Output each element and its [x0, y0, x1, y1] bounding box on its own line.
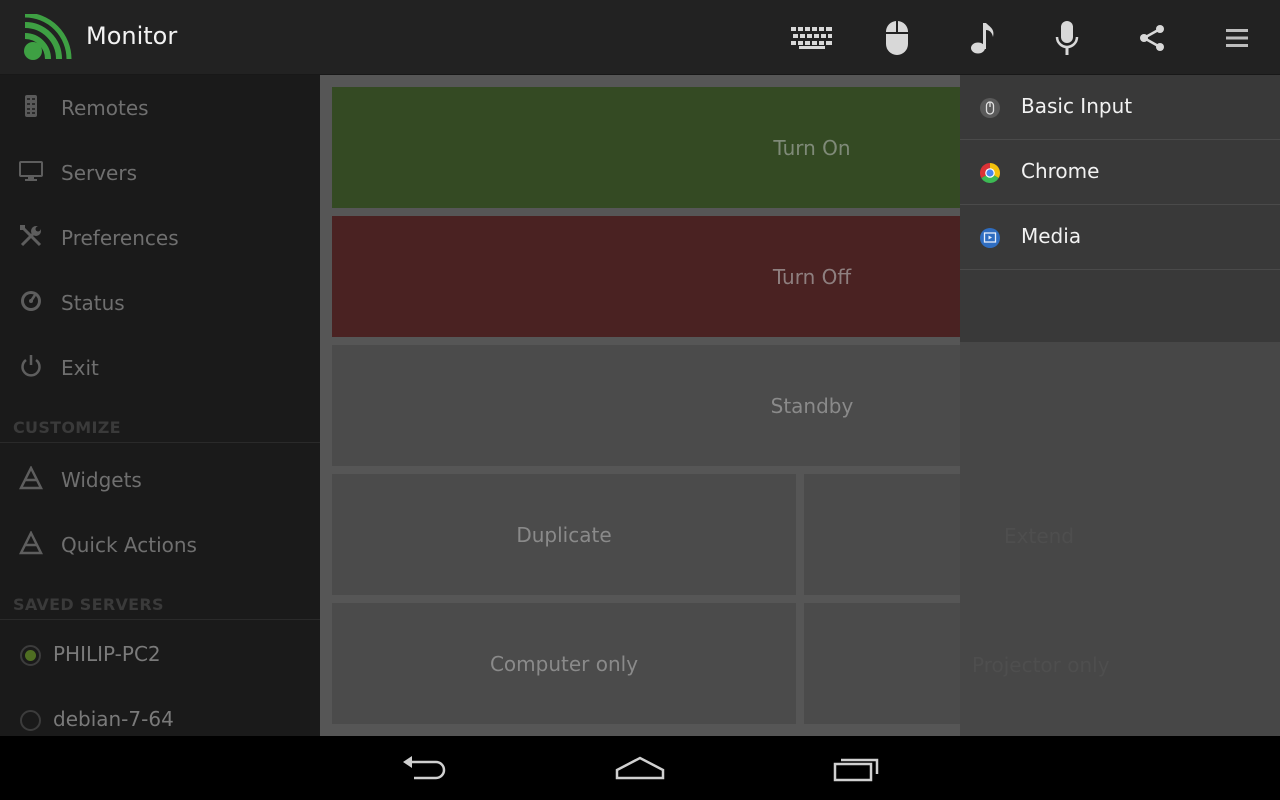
- nav-item-exit[interactable]: Exit: [0, 335, 320, 400]
- server-label: PHILIP-PC2: [53, 642, 161, 666]
- dropdown-label: Media: [1021, 224, 1082, 248]
- nav-label-widgets: Widgets: [61, 467, 142, 492]
- menu-icon: [1226, 29, 1248, 47]
- keyboard-icon: [791, 27, 832, 49]
- power-icon: [18, 353, 44, 379]
- chrome-icon: [980, 163, 1000, 183]
- keyboard-button[interactable]: [782, 12, 842, 64]
- system-navigation-bar: [0, 736, 1280, 800]
- server-radio[interactable]: [20, 710, 41, 731]
- projector-only-label: Projector only: [972, 653, 1110, 677]
- section-divider: [0, 619, 320, 620]
- home-icon: [615, 756, 665, 780]
- microphone-icon: [1055, 21, 1079, 55]
- action-bar: Monitor: [0, 0, 1280, 75]
- music-note-icon: [971, 23, 994, 54]
- server-radio-selected[interactable]: [20, 645, 41, 666]
- server-label: debian-7-64: [53, 707, 174, 731]
- nav-item-quick-actions[interactable]: Quick Actions: [0, 512, 320, 577]
- back-icon: [403, 756, 446, 780]
- music-button[interactable]: [953, 12, 1013, 64]
- mouse-icon: [886, 21, 908, 55]
- radio-dot: [25, 650, 36, 661]
- gauge-icon: [18, 288, 44, 314]
- dropdown-item-media[interactable]: Media: [960, 205, 1280, 270]
- nav-item-preferences[interactable]: Preferences: [0, 205, 320, 270]
- microphone-button[interactable]: [1037, 12, 1097, 64]
- recents-button[interactable]: [817, 748, 897, 788]
- saved-server-item[interactable]: debian-7-64: [0, 689, 320, 736]
- saved-server-item[interactable]: PHILIP-PC2: [0, 624, 320, 689]
- dropdown-item-chrome[interactable]: Chrome: [960, 140, 1280, 205]
- overflow-menu-button[interactable]: [1207, 12, 1267, 64]
- back-button[interactable]: [384, 748, 464, 788]
- mouse-icon: [980, 98, 1000, 118]
- dropdown-label: Basic Input: [1021, 94, 1133, 118]
- nav-label-preferences: Preferences: [61, 225, 179, 250]
- nav-label-status: Status: [61, 290, 125, 315]
- nav-item-servers[interactable]: Servers: [0, 140, 320, 205]
- nav-item-remotes[interactable]: Remotes: [0, 75, 320, 140]
- home-button[interactable]: [600, 748, 680, 788]
- nav-label-exit: Exit: [61, 355, 99, 380]
- dropdown-label: Chrome: [1021, 159, 1100, 183]
- remote-switcher-dropdown: Basic Input Chrome Media Extend Projecto…: [960, 75, 1280, 736]
- nav-item-status[interactable]: Status: [0, 270, 320, 335]
- widgets-icon: [18, 465, 44, 491]
- navigation-drawer: Remotes Servers Preferences Status Exit …: [0, 75, 320, 736]
- share-icon: [1140, 25, 1164, 51]
- quick-actions-icon: [18, 530, 44, 556]
- computer-only-button[interactable]: Computer only: [332, 603, 796, 724]
- app-title: Monitor: [86, 22, 178, 50]
- duplicate-button[interactable]: Duplicate: [332, 474, 796, 595]
- nav-label-quick-actions: Quick Actions: [61, 532, 197, 557]
- media-icon: [980, 228, 1000, 248]
- monitor-icon: [18, 158, 44, 184]
- section-divider: [0, 442, 320, 443]
- tools-icon: [18, 223, 44, 249]
- wifi-cast-icon[interactable]: [22, 14, 72, 62]
- nav-label-remotes: Remotes: [61, 95, 149, 120]
- nav-label-servers: Servers: [61, 160, 138, 185]
- dropdown-item-basic-input[interactable]: Basic Input: [960, 75, 1280, 140]
- remote-control-icon: [18, 93, 44, 119]
- extend-label: Extend: [1004, 524, 1074, 548]
- recents-icon: [833, 758, 879, 782]
- mouse-button[interactable]: [867, 12, 927, 64]
- share-button[interactable]: [1122, 12, 1182, 64]
- section-header-customize: CUSTOMIZE: [13, 418, 121, 437]
- section-header-saved-servers: SAVED SERVERS: [13, 595, 164, 614]
- dropdown-empty-area: [960, 270, 1280, 342]
- nav-item-widgets[interactable]: Widgets: [0, 447, 320, 512]
